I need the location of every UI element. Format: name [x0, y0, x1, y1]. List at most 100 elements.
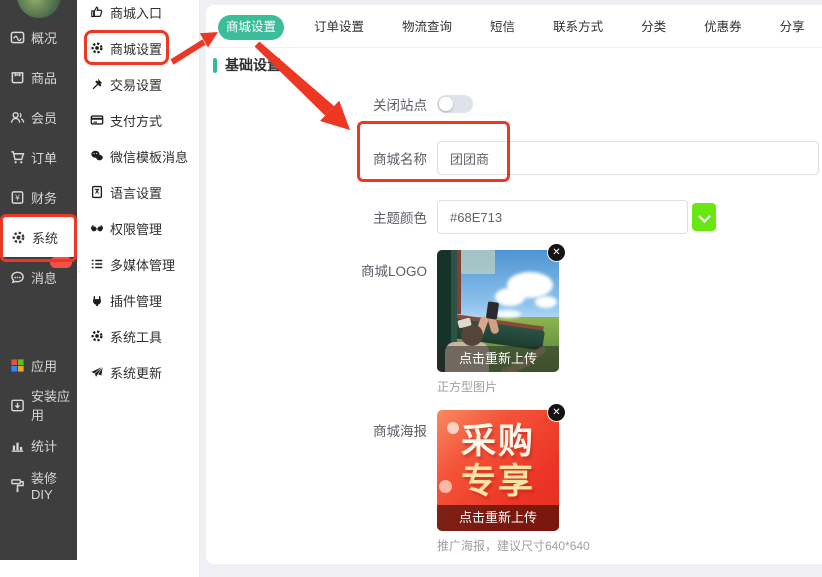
- logo-reupload-overlay[interactable]: 点击重新上传: [437, 346, 559, 372]
- logo-hint: 正方型图片: [437, 378, 559, 395]
- tab-contact[interactable]: 联系方式: [545, 15, 611, 40]
- section-accent-bar: [213, 58, 217, 73]
- submenu-item-system-update[interactable]: 系统更新: [77, 354, 199, 390]
- card-icon: [90, 113, 104, 127]
- submenu-item-payment-methods[interactable]: 支付方式: [77, 102, 199, 138]
- settings-card: 商城设置订单设置物流查询短信联系方式分类优惠券分享幻灯片广告 基础设置 关闭站点…: [206, 5, 822, 564]
- sidebar-item-label: 订单: [31, 148, 57, 167]
- logo-row: 商城LOGO 点击重新上传: [206, 250, 822, 395]
- sidebar-item-orders[interactable]: 订单: [0, 137, 77, 177]
- poster-hint: 推广海报，建议尺寸640*640: [437, 537, 590, 554]
- sidebar-item-label: 安装应用: [31, 386, 77, 424]
- submenu-item-wechat-template[interactable]: 微信模板消息: [77, 138, 199, 174]
- section-header: 基础设置: [213, 57, 822, 73]
- settings-form: 基础设置 关闭站点 商城名称 主题颜色 商城LOGO: [206, 57, 822, 554]
- logo-image[interactable]: 点击重新上传 ✕: [437, 250, 559, 372]
- stats-icon: [10, 438, 25, 453]
- poster-reupload-overlay[interactable]: 点击重新上传: [437, 505, 559, 531]
- submenu-item-label: 系统更新: [110, 363, 162, 382]
- close-site-toggle[interactable]: [437, 95, 473, 113]
- plane-icon: [90, 365, 104, 379]
- submenu-item-label: 微信模板消息: [110, 147, 188, 166]
- roller-icon: [10, 478, 25, 493]
- poster-text-line1: 采购: [437, 422, 559, 462]
- tab-sms[interactable]: 短信: [482, 15, 523, 40]
- submenu-list: 商城入口商城设置交易设置支付方式微信模板消息语言设置权限管理多媒体管理插件管理系…: [77, 0, 199, 390]
- theme-color-row: 主题颜色: [206, 200, 822, 234]
- sidebar-item-label: 统计: [31, 436, 57, 455]
- poster-label: 商城海报: [206, 410, 437, 440]
- sidebar-item-stats[interactable]: 统计: [0, 425, 77, 465]
- sidebar-item-system[interactable]: 系统: [1, 217, 76, 257]
- tab-share[interactable]: 分享: [772, 15, 813, 40]
- poster-text-line2: 专享: [437, 462, 559, 502]
- sidebar-item-label: 消息: [31, 268, 57, 287]
- submenu-item-shop-settings[interactable]: 商城设置: [77, 30, 199, 66]
- sidebar-item-label: 会员: [31, 108, 57, 127]
- submenu-item-label: 交易设置: [110, 75, 162, 94]
- logo-remove-button[interactable]: ✕: [548, 244, 565, 261]
- submenu-item-label: 支付方式: [110, 111, 162, 130]
- gear-icon: [90, 329, 104, 343]
- overview-icon: [10, 30, 25, 45]
- poster-image[interactable]: 采购 专享 点击重新上传 ✕: [437, 410, 559, 531]
- chevron-down-icon: [698, 210, 711, 223]
- sidebar-item-decorate-diy[interactable]: 装修DIY: [0, 465, 77, 505]
- content-area: 商城设置订单设置物流查询短信联系方式分类优惠券分享幻灯片广告 基础设置 关闭站点…: [200, 0, 822, 577]
- sidebar-main-list: 概况商品会员订单 ¥财务系统消息⋯: [0, 17, 77, 297]
- plug-icon: [90, 293, 104, 307]
- gear-icon: [11, 230, 26, 245]
- install-icon: [10, 398, 25, 413]
- submenu-item-trade-settings[interactable]: 交易设置: [77, 66, 199, 102]
- submenu-item-label: 多媒体管理: [110, 255, 175, 274]
- submenu-item-language-settings[interactable]: 语言设置: [77, 174, 199, 210]
- sidebar-item-apps[interactable]: 应用: [0, 345, 77, 385]
- color-picker-button[interactable]: [692, 203, 716, 231]
- toggle-knob: [439, 97, 453, 111]
- poster-row: 商城海报 采购 专享 点击重新上传 ✕ 推广海报，建议尺寸640*640: [206, 410, 822, 554]
- tab-order-settings[interactable]: 订单设置: [306, 15, 372, 40]
- submenu-item-label: 插件管理: [110, 291, 162, 310]
- goods-icon: [10, 70, 25, 85]
- apps-icon: [10, 358, 25, 373]
- shop-name-input[interactable]: [437, 141, 819, 175]
- tab-bar: 商城设置订单设置物流查询短信联系方式分类优惠券分享幻灯片广告: [206, 5, 822, 48]
- sidebar-item-goods[interactable]: 商品: [0, 57, 77, 97]
- sidebar-item-label: 商品: [31, 68, 57, 87]
- shop-name-row: 商城名称: [206, 141, 822, 175]
- sidebar-item-members[interactable]: 会员: [0, 97, 77, 137]
- theme-color-label: 主题颜色: [206, 207, 437, 227]
- sidebar-item-label: 系统: [32, 228, 58, 247]
- submenu-item-label: 语言设置: [110, 183, 162, 202]
- sidebar-item-finance[interactable]: ¥财务: [0, 177, 77, 217]
- admin-app: 概况商品会员订单 ¥财务系统消息⋯ 应用安装应用统计装修DIY 商城入口商城设置交…: [0, 0, 822, 577]
- sidebar-item-install-apps[interactable]: 安装应用: [0, 385, 77, 425]
- thumb-icon: [90, 5, 104, 19]
- svg-text:¥: ¥: [15, 193, 20, 202]
- section-title: 基础设置: [225, 55, 281, 75]
- primary-sidebar: 概况商品会员订单 ¥财务系统消息⋯ 应用安装应用统计装修DIY: [0, 0, 77, 560]
- sidebar-item-overview[interactable]: 概况: [0, 17, 77, 57]
- submenu-item-media-manage[interactable]: 多媒体管理: [77, 246, 199, 282]
- submenu-item-label: 权限管理: [110, 219, 162, 238]
- submenu-item-label: 商城入口: [110, 3, 162, 22]
- poster-remove-button[interactable]: ✕: [548, 404, 565, 421]
- tab-category[interactable]: 分类: [633, 15, 674, 40]
- submenu-item-shop-entrance[interactable]: 商城入口: [77, 0, 199, 30]
- tab-shop-settings[interactable]: 商城设置: [218, 15, 284, 40]
- submenu-item-label: 系统工具: [110, 327, 162, 346]
- submenu-item-plugin-manage[interactable]: 插件管理: [77, 282, 199, 318]
- sidebar-apps-list: 应用安装应用统计装修DIY: [0, 345, 77, 505]
- tab-coupon[interactable]: 优惠券: [696, 15, 750, 40]
- shop-name-label: 商城名称: [206, 148, 437, 168]
- submenu-item-permission[interactable]: 权限管理: [77, 210, 199, 246]
- sidebar-item-label: 装修DIY: [31, 468, 77, 502]
- finance-icon: ¥: [10, 190, 25, 205]
- theme-color-input[interactable]: [437, 200, 688, 234]
- gear-icon: [90, 41, 104, 55]
- dart-icon: [90, 77, 104, 91]
- avatar[interactable]: [17, 0, 61, 18]
- sidebar-item-messages[interactable]: 消息⋯: [0, 257, 77, 297]
- submenu-item-system-tools[interactable]: 系统工具: [77, 318, 199, 354]
- tab-logistics[interactable]: 物流查询: [394, 15, 460, 40]
